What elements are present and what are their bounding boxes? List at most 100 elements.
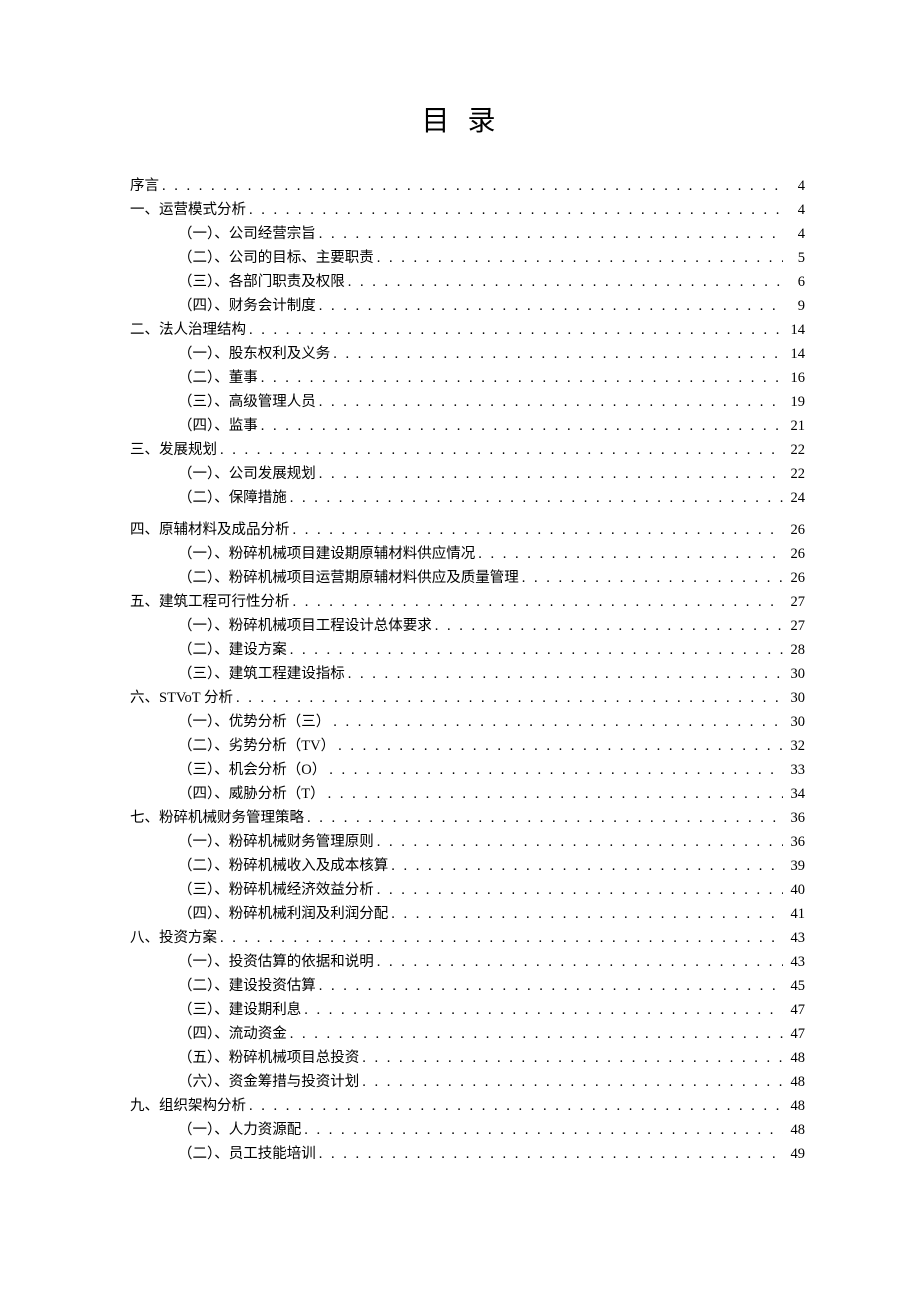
toc-entry: （二）、粉碎机械收入及成本核算39 — [130, 854, 805, 878]
toc-entry-page: 36 — [783, 806, 805, 831]
toc-entry: （一）、股东权利及义务14 — [130, 342, 805, 366]
toc-leader-dots — [246, 1094, 783, 1119]
toc-entry-page: 27 — [783, 614, 805, 639]
toc-entry-label: （二）、保障措施 — [178, 486, 287, 511]
toc-entry-label: （二）、粉碎机械项目运营期原辅材料供应及质量管理 — [178, 566, 519, 591]
toc-entry-label: 三、发展规划 — [130, 438, 217, 463]
toc-entry-label: （五）、粉碎机械项目总投资 — [178, 1046, 359, 1071]
toc-entry-label: （四）、监事 — [178, 414, 258, 439]
toc-entry: （一）、优势分析（三）30 — [130, 710, 805, 734]
toc-entry: （一）、投资估算的依据和说明43 — [130, 950, 805, 974]
toc-entry-page: 4 — [783, 174, 805, 199]
toc-leader-dots — [304, 806, 783, 831]
toc-entry-label: （一）、粉碎机械项目建设期原辅材料供应情况 — [178, 542, 475, 567]
toc-entry: 四、原辅材料及成品分析26 — [130, 518, 805, 542]
toc-entry-label: 一、运营模式分析 — [130, 198, 246, 223]
toc-leader-dots — [301, 1118, 783, 1143]
toc-leader-dots — [217, 438, 783, 463]
toc-entry-page: 26 — [783, 542, 805, 567]
toc-entry-page: 41 — [783, 902, 805, 927]
toc-leader-dots — [316, 390, 783, 415]
toc-leader-dots — [287, 486, 783, 511]
toc-leader-dots — [290, 590, 784, 615]
toc-entry: （二）、粉碎机械项目运营期原辅材料供应及质量管理 26 — [130, 566, 805, 590]
toc-entry-label: （一）、公司发展规划 — [178, 462, 316, 487]
toc-leader-dots — [316, 294, 783, 319]
toc-entry-page: 43 — [783, 926, 805, 951]
toc-entry-page: 30 — [783, 710, 805, 735]
toc-entry-page: 27 — [783, 590, 805, 615]
toc-leader-dots — [287, 1022, 783, 1047]
toc-entry-page: 22 — [783, 462, 805, 487]
toc-entry-label: （二）、劣势分析（TV） — [178, 734, 335, 759]
toc-entry: 一、运营模式分析4 — [130, 198, 805, 222]
toc-entry: （三）、机会分析（O）33 — [130, 758, 805, 782]
toc-leader-dots — [316, 222, 783, 247]
toc-entry-page: 48 — [783, 1046, 805, 1071]
toc-entry: （三）、各部门职责及权限6 — [130, 270, 805, 294]
toc-leader-dots — [316, 462, 783, 487]
toc-leader-dots — [316, 1142, 783, 1167]
toc-leader-dots — [330, 710, 783, 735]
toc-leader-dots — [388, 902, 783, 927]
toc-entry: （一）、人力资源配48 — [130, 1118, 805, 1142]
toc-leader-dots — [374, 246, 783, 271]
toc-entry-label: （一）、公司经营宗旨 — [178, 222, 316, 247]
toc-entry: 序言4 — [130, 174, 805, 198]
toc-entry: （二）、建设投资估算 45 — [130, 974, 805, 998]
toc-leader-dots — [388, 854, 783, 879]
toc-entry-label: 九、组织架构分析 — [130, 1094, 246, 1119]
toc-entry: （一）、公司经营宗旨4 — [130, 222, 805, 246]
toc-entry: （一）、公司发展规划 22 — [130, 462, 805, 486]
toc-entry: （三）、建筑工程建设指标30 — [130, 662, 805, 686]
toc-entry-label: （三）、机会分析（O） — [178, 758, 326, 783]
toc-leader-dots — [374, 830, 783, 855]
toc-entry-label: （一）、投资估算的依据和说明 — [178, 950, 374, 975]
toc-entry: （三）、建设期利息 47 — [130, 998, 805, 1022]
toc-entry: （一）、粉碎机械财务管理原则36 — [130, 830, 805, 854]
toc-entry-label: （二）、董事 — [178, 366, 258, 391]
toc-leader-dots — [258, 366, 783, 391]
toc-entry-label: （二）、建设投资估算 — [178, 974, 316, 999]
toc-entry-label: 六、STVoT 分析 — [130, 686, 233, 711]
toc-entry-label: （三）、建筑工程建设指标 — [178, 662, 345, 687]
toc-entry-page: 22 — [783, 438, 805, 463]
toc-leader-dots — [359, 1070, 783, 1095]
toc-entry-page: 14 — [783, 318, 805, 343]
toc-entry: （四）、流动资金47 — [130, 1022, 805, 1046]
toc-entry-page: 32 — [783, 734, 805, 759]
toc-entry: 九、组织架构分析48 — [130, 1094, 805, 1118]
toc-entry: 八、投资方案43 — [130, 926, 805, 950]
toc-leader-dots — [432, 614, 783, 639]
toc-leader-dots — [159, 174, 783, 199]
toc-entry-page: 48 — [783, 1118, 805, 1143]
toc-entry: （五）、粉碎机械项目总投资 48 — [130, 1046, 805, 1070]
toc-leader-dots — [345, 270, 783, 295]
toc-leader-dots — [374, 878, 783, 903]
toc-entry-page: 6 — [783, 270, 805, 295]
toc-entry: （二）、劣势分析（TV） 32 — [130, 734, 805, 758]
toc-entry-page: 34 — [783, 782, 805, 807]
toc-entry-label: 七、粉碎机械财务管理策略 — [130, 806, 304, 831]
toc-entry-label: （二）、员工技能培训 — [178, 1142, 316, 1167]
toc-entry-page: 49 — [783, 1142, 805, 1167]
toc-entry: （二）、保障措施24 — [130, 486, 805, 510]
toc-leader-dots — [316, 974, 783, 999]
toc-entry-label: （六）、资金筹措与投资计划 — [178, 1070, 359, 1095]
toc-entry-label: （一）、粉碎机械项目工程设计总体要求 — [178, 614, 432, 639]
toc-entry-page: 14 — [783, 342, 805, 367]
toc-entry-page: 26 — [783, 566, 805, 591]
toc-entry-page: 36 — [783, 830, 805, 855]
toc-entry: （四）、粉碎机械利润及利润分配 41 — [130, 902, 805, 926]
toc-entry-label: （四）、粉碎机械利润及利润分配 — [178, 902, 388, 927]
toc-entry: （一）、粉碎机械项目工程设计总体要求 27 — [130, 614, 805, 638]
toc-entry-label: （四）、流动资金 — [178, 1022, 287, 1047]
toc-entry-label: （二）、粉碎机械收入及成本核算 — [178, 854, 388, 879]
toc-title: 目录 — [130, 99, 805, 139]
toc-entry: （二）、公司的目标、主要职责5 — [130, 246, 805, 270]
toc-entry-page: 45 — [783, 974, 805, 999]
toc-entry: （三）、粉碎机械经济效益分析40 — [130, 878, 805, 902]
toc-leader-dots — [374, 950, 783, 975]
toc-entry-page: 47 — [783, 998, 805, 1023]
toc-entry-label: （三）、建设期利息 — [178, 998, 301, 1023]
